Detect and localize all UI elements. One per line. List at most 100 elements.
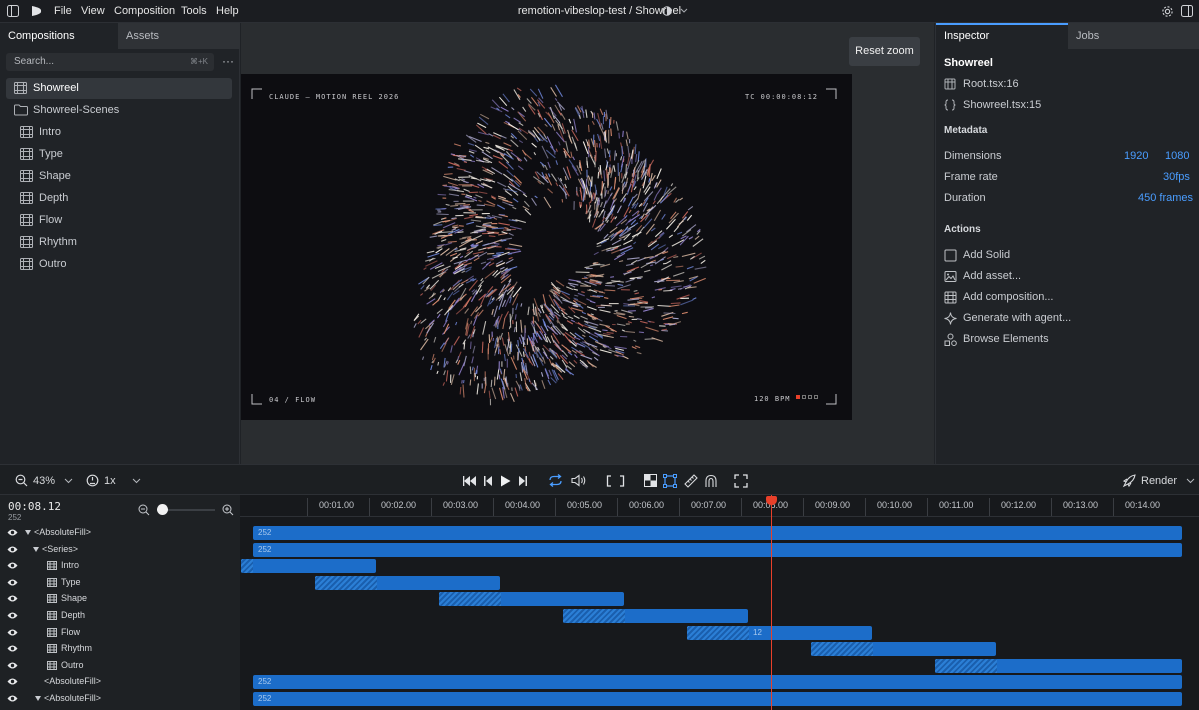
timeline-track[interactable]: Rhythm (0, 641, 240, 657)
timeline-track[interactable]: Flow (0, 625, 240, 641)
eye-icon[interactable] (7, 594, 18, 603)
timeline-track[interactable]: <Series> (0, 542, 240, 558)
caret-down-icon[interactable] (35, 696, 41, 701)
ruler-tick-line (679, 498, 680, 516)
loop-icon[interactable] (548, 465, 563, 496)
panel-toggle-icon[interactable] (1181, 5, 1193, 17)
eye-icon[interactable] (7, 661, 18, 670)
tab-assets[interactable]: Assets (118, 23, 240, 49)
premount-hatch (935, 658, 997, 673)
eye-icon[interactable] (7, 677, 18, 686)
playhead[interactable] (771, 495, 772, 710)
zoom-control[interactable]: 43% (15, 465, 73, 496)
play-icon[interactable] (500, 465, 511, 496)
magnet-icon[interactable] (704, 465, 718, 496)
in-point-icon[interactable] (606, 465, 612, 496)
volume-icon[interactable] (571, 465, 587, 496)
sequence-bar[interactable] (439, 592, 624, 607)
duration-value[interactable]: 450 frames (1138, 192, 1193, 204)
slider-thumb[interactable] (157, 504, 168, 515)
ruler-tick-line (927, 498, 928, 516)
step-back-icon[interactable] (483, 465, 493, 496)
composition-item-flow[interactable]: Flow (6, 210, 232, 231)
timeline-track[interactable]: <AbsoluteFill> (0, 525, 240, 541)
eye-icon[interactable] (7, 644, 18, 653)
composition-item-depth[interactable]: Depth (6, 188, 232, 209)
timeline-zoom-slider[interactable] (157, 504, 215, 515)
timeline-track[interactable]: Depth (0, 608, 240, 624)
safe-area-icon[interactable] (663, 465, 677, 496)
composition-item-intro[interactable]: Intro (6, 122, 232, 143)
tab-jobs[interactable]: Jobs (1068, 23, 1199, 49)
sequence-bar[interactable]: 252 (253, 675, 1182, 690)
ruler-icon[interactable] (684, 465, 698, 496)
composition-item-type[interactable]: Type (6, 144, 232, 165)
composition-item-showreel[interactable]: Showreel (6, 78, 232, 99)
eye-icon[interactable] (7, 545, 18, 554)
render-button[interactable]: Render (1122, 465, 1195, 496)
search-input[interactable]: Search... ⌘+K (6, 53, 214, 71)
tab-compositions[interactable]: Compositions (0, 23, 118, 49)
track-label: Shape (61, 593, 88, 604)
caret-down-icon[interactable] (33, 546, 39, 552)
sequence-bar[interactable]: 12 (687, 625, 872, 640)
dimensions-height[interactable]: 1080 (1165, 150, 1189, 162)
checkerboard-icon[interactable] (644, 465, 657, 496)
sequence-bar[interactable] (811, 642, 996, 657)
reset-zoom-button[interactable]: Reset zoom (849, 37, 920, 66)
timeline-track[interactable]: <AbsoluteFill> (0, 691, 240, 707)
caret-down-icon[interactable] (25, 530, 31, 535)
sequence-bar[interactable]: 252 (253, 526, 1182, 540)
action-generate-agent[interactable]: Generate with agent... (944, 311, 1184, 327)
skip-to-start-icon[interactable] (463, 465, 477, 496)
contrast-icon[interactable] (662, 6, 672, 16)
rocket-icon (1122, 473, 1136, 488)
action-add-composition[interactable]: Add composition... (944, 290, 1184, 306)
step-forward-icon[interactable] (518, 465, 528, 496)
zoom-in-icon[interactable] (222, 504, 234, 516)
ruler-tick-label: 00:10.00 (877, 500, 913, 510)
timeline-track[interactable]: Outro (0, 658, 240, 674)
video-preview[interactable]: CLAUDE — MOTION REEL 2026 TC 00:00:08:12… (241, 74, 852, 420)
eye-icon[interactable] (7, 628, 18, 637)
action-add-solid[interactable]: Add Solid (944, 248, 1184, 264)
sequence-bar[interactable] (315, 575, 500, 590)
tab-inspector[interactable]: Inspector (936, 23, 1068, 49)
eye-icon[interactable] (7, 561, 18, 570)
eye-icon[interactable] (7, 528, 18, 537)
root-file-link[interactable]: Root.tsx:16 (963, 78, 1019, 90)
showreel-file-link[interactable]: Showreel.tsx:15 (963, 99, 1041, 111)
composition-item-outro[interactable]: Outro (6, 254, 232, 275)
eye-icon[interactable] (7, 694, 18, 703)
timeline-track[interactable]: Shape (0, 591, 240, 607)
timeline-track[interactable]: Type (0, 575, 240, 591)
chevron-down-icon[interactable] (680, 8, 688, 14)
sequence-bar[interactable] (241, 559, 376, 574)
gear-icon[interactable] (1161, 5, 1174, 18)
playhead-handle[interactable] (766, 496, 777, 505)
composition-item-shape[interactable]: Shape (6, 166, 232, 187)
zoom-out-icon[interactable] (138, 504, 150, 516)
framerate-value[interactable]: 30fps (1163, 171, 1190, 183)
timeline-track[interactable]: Intro (0, 558, 240, 574)
sequence-bar[interactable]: 252 (253, 692, 1182, 706)
composition-item-showreel-scenes[interactable]: Showreel-Scenes (6, 100, 232, 121)
timeline-track[interactable]: <AbsoluteFill> (0, 674, 240, 690)
chevron-down-icon (1186, 478, 1195, 484)
track-label: Intro (61, 560, 80, 571)
sequence-bar[interactable]: 252 (253, 542, 1182, 557)
action-add-asset[interactable]: Add asset... (944, 269, 1184, 285)
out-point-icon[interactable] (619, 465, 625, 496)
action-browse-elements[interactable]: Browse Elements (944, 332, 1184, 348)
sequence-bar[interactable] (563, 609, 748, 623)
fullscreen-icon[interactable] (734, 465, 748, 496)
eye-icon[interactable] (7, 578, 18, 587)
sequence-bar[interactable] (935, 658, 1182, 673)
time-ruler[interactable]: 00:01.00 00:02.00 00:03.00 00:04.00 00:05.00… (240, 495, 1199, 517)
more-options-button[interactable]: ··· (222, 54, 234, 68)
composition-item-rhythm[interactable]: Rhythm (6, 232, 232, 253)
eye-icon[interactable] (7, 611, 18, 620)
bpm-indicator (796, 395, 818, 399)
playback-speed-control[interactable]: 1x (86, 465, 141, 496)
dimensions-width[interactable]: 1920 (1124, 150, 1148, 162)
